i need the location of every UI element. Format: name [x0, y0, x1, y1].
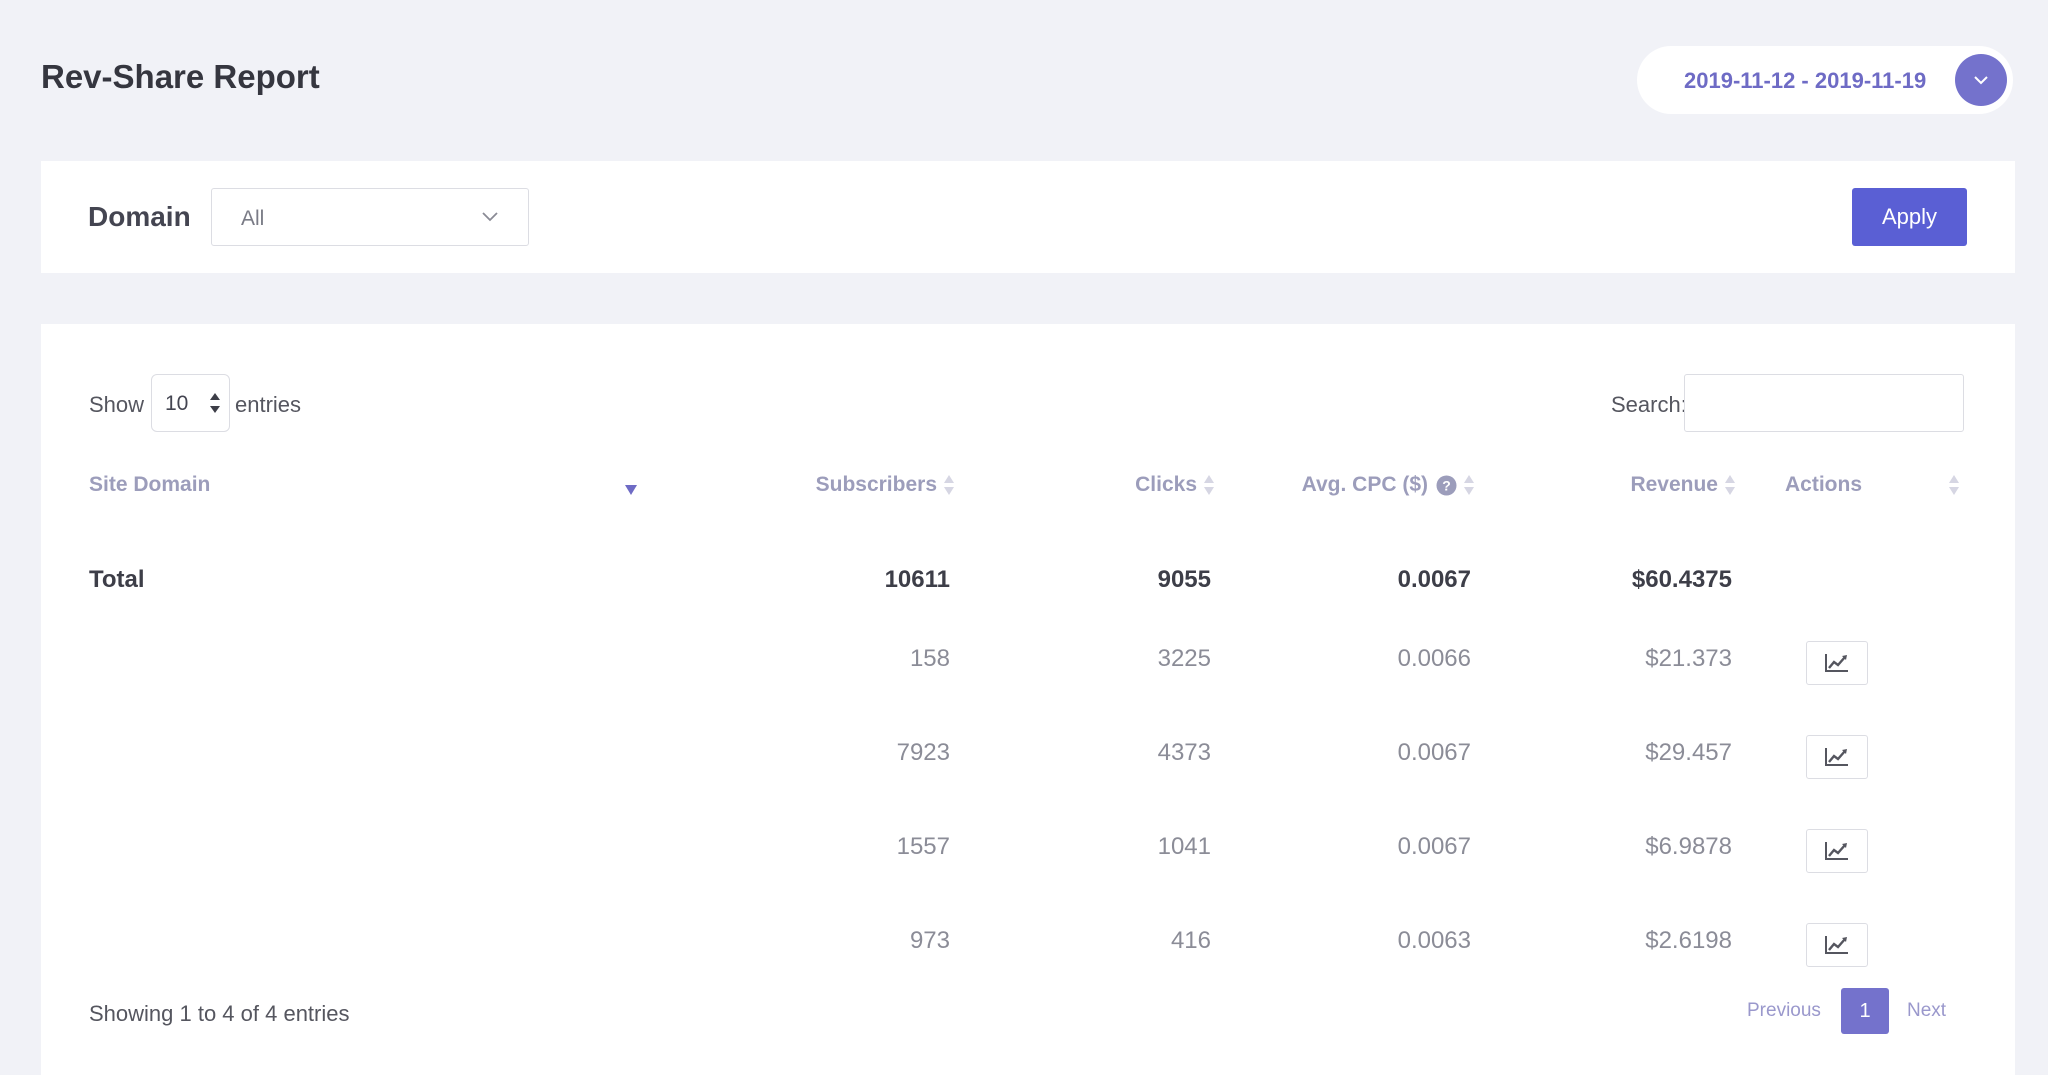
column-header-clicks-label: Clicks	[1135, 473, 1197, 496]
report-table-panel: Show 10 entries Search: Site Domain Subs…	[41, 324, 2015, 1075]
clicks-cell: 1041	[1157, 833, 1211, 860]
line-chart-icon	[1825, 936, 1848, 954]
column-header-revenue[interactable]: Revenue	[1630, 473, 1736, 497]
date-range-picker[interactable]: 2019-11-12 - 2019-11-19	[1637, 46, 2013, 114]
revenue-cell: $29.457	[1645, 739, 1732, 766]
sort-icon[interactable]	[1948, 474, 1960, 496]
column-header-actions-label: Actions	[1785, 473, 1863, 496]
pagination-page-current[interactable]: 1	[1841, 988, 1889, 1034]
page-title: Rev-Share Report	[41, 58, 320, 95]
line-chart-icon	[1825, 842, 1848, 860]
revenue-cell: $2.6198	[1645, 927, 1732, 954]
sort-icon	[1725, 475, 1735, 495]
domain-filter-label: Domain	[88, 201, 191, 232]
revenue-cell: $21.373	[1645, 645, 1732, 672]
show-label: Show	[89, 392, 145, 417]
avg-cpc-cell: 0.0067	[1397, 739, 1471, 766]
line-chart-icon	[1825, 748, 1848, 766]
subscribers-cell: 158	[909, 645, 950, 672]
column-header-avg-cpc-label: Avg. CPC ($)	[1301, 473, 1428, 496]
avg-cpc-cell: 0.0067	[1397, 833, 1471, 860]
view-chart-button[interactable]	[1806, 735, 1868, 779]
date-range-label: 2019-11-12 - 2019-11-19	[1684, 68, 1927, 93]
date-range-toggle-button[interactable]	[1955, 54, 2007, 106]
clicks-cell: 4373	[1157, 739, 1211, 766]
clicks-cell: 416	[1170, 927, 1211, 954]
search-input[interactable]	[1684, 374, 1964, 432]
domain-select-value: All	[241, 207, 265, 230]
entries-length-select[interactable]: 10	[151, 374, 230, 432]
clicks-cell: 3225	[1157, 645, 1211, 672]
column-header-site-domain[interactable]: Site Domain	[89, 473, 210, 497]
apply-button[interactable]: Apply	[1852, 188, 1967, 246]
pagination-next[interactable]: Next	[1907, 1000, 1946, 1022]
entries-length-value: 10	[165, 392, 189, 415]
subscribers-cell: 1557	[896, 833, 950, 860]
revenue-cell: $6.9878	[1645, 833, 1732, 860]
sort-desc-icon[interactable]	[624, 484, 638, 496]
total-avg-cpc: 0.0067	[1397, 566, 1471, 593]
help-icon[interactable]: ?	[1436, 475, 1457, 496]
total-clicks: 9055	[1157, 566, 1211, 593]
subscribers-cell: 973	[909, 927, 950, 954]
view-chart-button[interactable]	[1806, 829, 1868, 873]
domain-select[interactable]: All	[211, 188, 529, 246]
column-header-site-domain-label: Site Domain	[89, 473, 211, 496]
search-label: Search:	[1611, 392, 1687, 417]
chevron-down-icon	[482, 212, 498, 222]
filter-panel: Domain All Apply	[41, 161, 2015, 273]
sort-icon	[1464, 475, 1474, 495]
column-header-avg-cpc[interactable]: Avg. CPC ($) ?	[1302, 473, 1475, 497]
column-header-revenue-label: Revenue	[1630, 473, 1718, 496]
table-info-text: Showing 1 to 4 of 4 entries	[89, 1001, 350, 1026]
total-revenue: $60.4375	[1631, 566, 1732, 593]
avg-cpc-cell: 0.0066	[1397, 645, 1471, 672]
entries-label: entries	[235, 392, 302, 417]
column-header-subscribers[interactable]: Subscribers	[816, 473, 955, 497]
column-header-clicks[interactable]: Clicks	[1135, 473, 1215, 497]
sort-icon	[944, 475, 954, 495]
sort-icon	[1204, 475, 1214, 495]
up-down-arrows-icon	[210, 393, 220, 413]
total-subscribers: 10611	[884, 566, 950, 593]
line-chart-icon	[1825, 654, 1848, 672]
view-chart-button[interactable]	[1806, 923, 1868, 967]
column-header-actions: Actions	[1785, 473, 1862, 497]
svg-text:?: ?	[1442, 477, 1451, 493]
chevron-down-icon	[1974, 76, 1988, 85]
total-label: Total	[89, 566, 145, 593]
pagination-previous[interactable]: Previous	[1747, 1000, 1821, 1022]
avg-cpc-cell: 0.0063	[1397, 927, 1471, 954]
subscribers-cell: 7923	[896, 739, 950, 766]
column-header-subscribers-label: Subscribers	[815, 473, 937, 496]
view-chart-button[interactable]	[1806, 641, 1868, 685]
